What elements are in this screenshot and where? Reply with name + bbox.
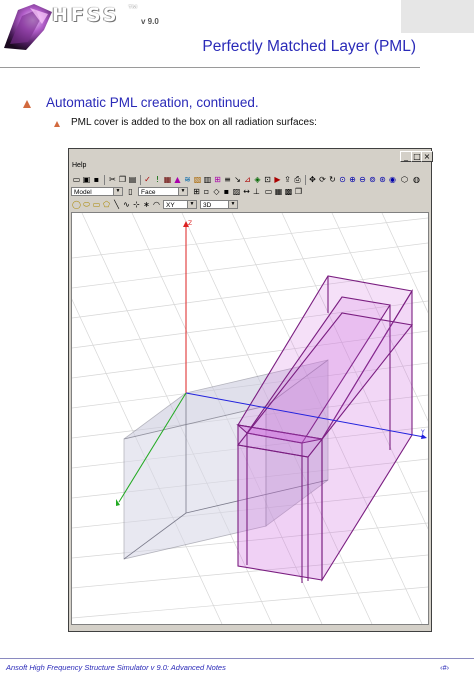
menu-bar: Help bbox=[70, 162, 430, 172]
toolbar-separator bbox=[305, 175, 306, 185]
footer-title: Ansoft High Frequency Structure Simulato… bbox=[6, 663, 226, 672]
model-select[interactable]: Model ▼ bbox=[71, 187, 123, 196]
menu-help[interactable]: Help bbox=[72, 162, 86, 169]
render-icon[interactable]: ⬡ bbox=[400, 175, 409, 184]
fit-selection-icon[interactable]: ⊛ bbox=[378, 175, 387, 184]
print-icon[interactable]: ⎙ bbox=[293, 175, 302, 184]
close-button[interactable]: × bbox=[421, 151, 433, 162]
corner-box bbox=[401, 0, 474, 33]
page-number: ‹#› bbox=[440, 663, 450, 672]
hfss-logo: HFSS ™ v 9.0 bbox=[0, 0, 170, 52]
chevron-down-icon: ▼ bbox=[228, 201, 237, 208]
page-title: Perfectly Matched Layer (PML) bbox=[202, 38, 416, 55]
plot-field-icon[interactable]: ◈ bbox=[253, 175, 262, 184]
box-icon[interactable]: ❒ bbox=[294, 187, 303, 196]
draw-arc-icon[interactable]: ◠ bbox=[152, 200, 161, 209]
plane-select[interactable]: XY ▼ bbox=[163, 200, 197, 209]
results-icon[interactable]: ▦ bbox=[163, 175, 172, 184]
view-mode-select[interactable]: 3D ▼ bbox=[200, 200, 238, 209]
snap-center-icon[interactable]: ▪ bbox=[222, 187, 231, 196]
measure-icon[interactable]: ▭ bbox=[264, 187, 273, 196]
select-object-icon[interactable]: ▯ bbox=[126, 187, 135, 196]
mag-icon[interactable]: ⊡ bbox=[263, 175, 272, 184]
validate-icon[interactable]: ✓ bbox=[143, 175, 152, 184]
report-icon[interactable]: ▧ bbox=[193, 175, 202, 184]
move-icon[interactable]: ↔ bbox=[242, 187, 251, 196]
plot-icon[interactable]: ▲ bbox=[173, 175, 182, 184]
shading-icon[interactable]: ◍ bbox=[412, 175, 421, 184]
draw-ellipse-icon[interactable]: ⬭ bbox=[82, 200, 91, 209]
cut-icon[interactable]: ✂ bbox=[108, 175, 117, 184]
z-axis-label: Z bbox=[188, 220, 192, 227]
draw-line-icon[interactable]: ╲ bbox=[112, 200, 121, 209]
footer-divider bbox=[0, 658, 474, 659]
field-icon[interactable]: ≋ bbox=[183, 175, 192, 184]
draw-point-icon[interactable]: ⊹ bbox=[132, 200, 141, 209]
draw-helix-icon[interactable]: ∗ bbox=[142, 200, 151, 209]
face-select[interactable]: Face ▼ bbox=[138, 187, 188, 196]
title-divider bbox=[0, 67, 420, 68]
model-drawing: Z Y bbox=[72, 213, 428, 624]
toolbar-main: ▭ ▣ ▪ ✂ ❐ ▤ ✓ ! ▦ ▲ ≋ ▧ ▥ ⊞ ≡ ↘ ⊿ ◈ ⊡ ▶ … bbox=[70, 174, 430, 186]
modeler-viewport[interactable]: Z Y bbox=[71, 212, 429, 625]
chevron-down-icon: ▼ bbox=[187, 201, 196, 208]
zoom-icon[interactable]: ⊙ bbox=[338, 175, 347, 184]
mesh-icon[interactable]: ⊞ bbox=[213, 175, 222, 184]
bullet-level1: Automatic PML creation, continued. bbox=[46, 95, 259, 110]
status-bar bbox=[70, 625, 430, 630]
view-mode-select-value: 3D bbox=[203, 202, 212, 209]
rotate-icon[interactable]: ⟳ bbox=[318, 175, 327, 184]
animate-icon[interactable]: ▶ bbox=[273, 175, 282, 184]
chevron-down-icon: ▼ bbox=[113, 188, 122, 195]
copy-icon[interactable]: ❐ bbox=[118, 175, 127, 184]
export-icon[interactable]: ⇪ bbox=[283, 175, 292, 184]
logo-trademark: ™ bbox=[128, 4, 138, 15]
new-icon[interactable]: ▭ bbox=[72, 175, 81, 184]
toolbar-draw: ◯ ⬭ ▭ ⬠ ╲ ∿ ⊹ ∗ ◠ XY ▼ 3D ▼ bbox=[70, 199, 430, 211]
hfss-window: _ □ × Help ▭ ▣ ▪ ✂ ❐ ▤ ✓ ! ▦ ▲ ≋ ▧ ▥ ⊞ ≡… bbox=[68, 148, 433, 632]
snap-grid-icon[interactable]: ⊞ bbox=[192, 187, 201, 196]
sub-bullet-triangle-icon bbox=[54, 121, 60, 127]
logo-version: v 9.0 bbox=[141, 17, 159, 26]
draw-polygon-icon[interactable]: ⬠ bbox=[102, 200, 111, 209]
table-icon[interactable]: ▥ bbox=[203, 175, 212, 184]
coordinate-icon[interactable]: ⊥ bbox=[252, 187, 261, 196]
bullet-triangle-icon bbox=[23, 100, 31, 108]
arrow-icon[interactable]: ↘ bbox=[233, 175, 242, 184]
zoom-in-icon[interactable]: ⊕ bbox=[348, 175, 357, 184]
toolbar-separator bbox=[104, 175, 105, 185]
model-select-value: Model bbox=[74, 189, 92, 196]
pan-icon[interactable]: ✥ bbox=[308, 175, 317, 184]
grid-settings-icon[interactable]: ▩ bbox=[284, 187, 293, 196]
snap-face-icon[interactable]: ▨ bbox=[232, 187, 241, 196]
property-icon[interactable]: ≡ bbox=[223, 175, 232, 184]
fields-plot-icon[interactable]: ⊿ bbox=[243, 175, 252, 184]
snap-vertex-icon[interactable]: ▫ bbox=[202, 187, 211, 196]
analyze-icon[interactable]: ! bbox=[153, 175, 162, 184]
face-select-value: Face bbox=[141, 189, 156, 196]
zoom-out-icon[interactable]: ⊖ bbox=[358, 175, 367, 184]
chevron-down-icon: ▼ bbox=[178, 188, 187, 195]
toolbar-separator bbox=[140, 175, 141, 185]
open-icon[interactable]: ▣ bbox=[82, 175, 91, 184]
fit-all-icon[interactable]: ⊚ bbox=[368, 175, 377, 184]
paste-icon[interactable]: ▤ bbox=[128, 175, 137, 184]
rotate-axis-icon[interactable]: ↻ bbox=[328, 175, 337, 184]
grid-icon[interactable]: ▦ bbox=[274, 187, 283, 196]
draw-circle-icon[interactable]: ◯ bbox=[72, 200, 81, 209]
save-icon[interactable]: ▪ bbox=[92, 175, 101, 184]
draw-spline-icon[interactable]: ∿ bbox=[122, 200, 131, 209]
logo-emblem-icon bbox=[4, 4, 52, 50]
y-axis-label: Y bbox=[420, 429, 425, 436]
toolbar-selection: Model ▼ ▯ Face ▼ ⊞ ▫ ◇ ▪ ▨ ↔ ⊥ ▭ ▦ ▩ ❒ bbox=[70, 186, 430, 198]
view-orient-icon[interactable]: ◉ bbox=[388, 175, 397, 184]
bullet-level2: PML cover is added to the box on all rad… bbox=[71, 117, 317, 128]
draw-rect-icon[interactable]: ▭ bbox=[92, 200, 101, 209]
snap-edge-icon[interactable]: ◇ bbox=[212, 187, 221, 196]
plane-select-value: XY bbox=[166, 202, 175, 209]
logo-wordmark: HFSS bbox=[52, 4, 120, 26]
